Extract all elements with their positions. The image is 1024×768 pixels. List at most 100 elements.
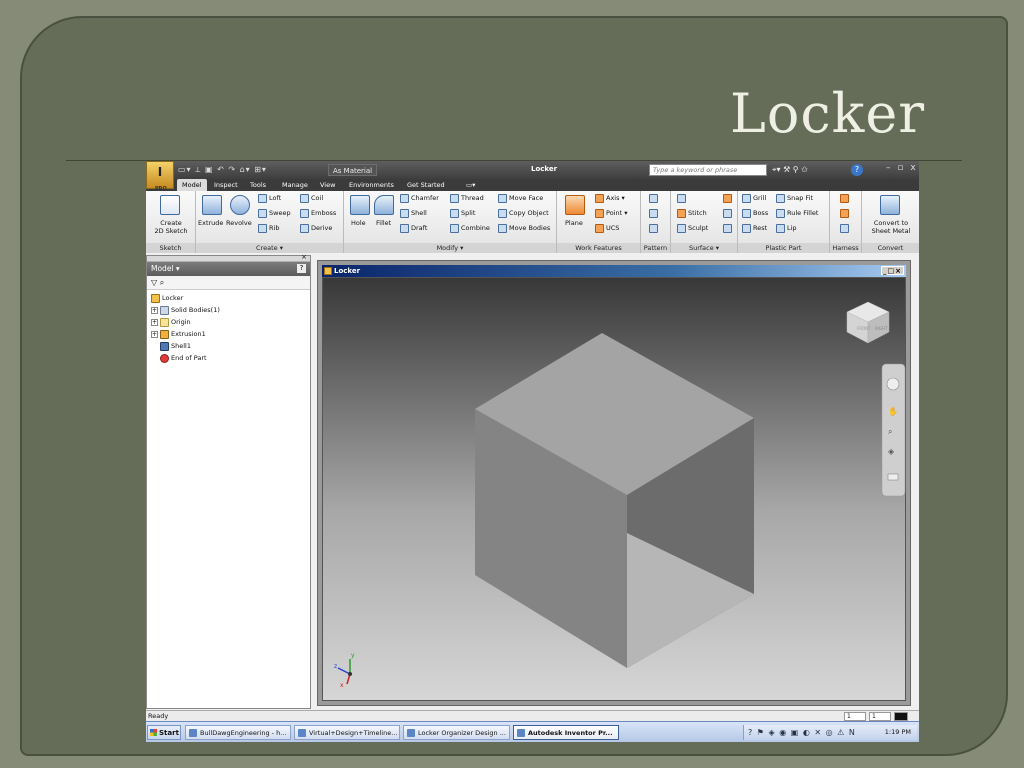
harness-button-1[interactable] (840, 193, 851, 203)
expand-icon[interactable]: + (151, 306, 158, 314)
pan-icon[interactable]: ✋ (888, 406, 898, 416)
coil-button[interactable]: Coil (300, 193, 323, 203)
rectangular-pattern-button[interactable] (649, 193, 660, 203)
application-menu-button[interactable]: I PRO (146, 161, 174, 192)
browser-title[interactable]: Model ▾ (151, 264, 180, 273)
tab-view[interactable]: View (320, 179, 335, 191)
create-sketch-button[interactable]: Create 2D Sketch (146, 219, 196, 235)
tree-node-locker[interactable]: Locker (151, 292, 310, 304)
start-button[interactable]: Start (147, 725, 181, 740)
taskbar-button-bulldawg[interactable]: BullDawgEngineering - h... (185, 725, 291, 740)
grill-button[interactable]: Grill (742, 193, 766, 203)
taskbar-button-locker-organizer[interactable]: Locker Organizer Design ... (403, 725, 510, 740)
combine-button[interactable]: Combine (450, 223, 490, 233)
snap-fit-button[interactable]: Snap Fit (776, 193, 813, 203)
plane-button[interactable]: Plane (565, 219, 583, 227)
triad-z-label: z (334, 663, 337, 670)
tree-node-origin[interactable]: + Origin (151, 316, 310, 328)
tab-extra[interactable]: ▭▾ (466, 179, 475, 191)
tab-tools[interactable]: Tools (250, 179, 266, 191)
help-icon[interactable]: ? (851, 164, 863, 176)
tree-node-end-of-part[interactable]: End of Part (151, 352, 310, 364)
browser-header[interactable]: Model ▾? (147, 262, 310, 276)
move-bodies-button[interactable]: Move Bodies (498, 223, 550, 233)
sculpt-button[interactable]: Sculpt (677, 223, 708, 233)
tree-node-extrusion1[interactable]: + Extrusion1 (151, 328, 310, 340)
split-button[interactable]: Split (450, 208, 475, 218)
circular-pattern-button[interactable] (649, 208, 660, 218)
emboss-button[interactable]: Emboss (300, 208, 336, 218)
search-input[interactable]: Type a keyword or phrase (649, 164, 767, 176)
model-canvas[interactable]: FRONT RIGHT ✋ ⌕ ◈ y z x (323, 278, 907, 702)
trim-button[interactable] (723, 208, 734, 218)
tab-get-started[interactable]: Get Started (407, 179, 445, 191)
sweep-button[interactable]: Sweep (258, 208, 291, 218)
infocenter-icons[interactable]: ⌖▾ ⚒ ⚲ ✩ (772, 165, 808, 175)
mirror-icon (649, 223, 658, 233)
tray-icons[interactable]: ? ⚑ ◈ ◉ ▣ ◐ ✕ ◎ ⚠ N (748, 728, 856, 737)
graphics-window-titlebar[interactable]: Locker _□× (322, 265, 906, 277)
copy-object-button[interactable]: Copy Object (498, 208, 549, 218)
extrude-button[interactable]: Extrude (198, 219, 223, 227)
move-face-button[interactable]: Move Face (498, 193, 543, 203)
graphics-window-controls[interactable]: _□× (881, 266, 904, 275)
point-icon (595, 208, 604, 218)
zoom-icon[interactable]: ⌕ (888, 427, 892, 436)
rib-button[interactable]: Rib (258, 223, 279, 233)
graphics-window-title: Locker (334, 267, 361, 275)
thicken-button[interactable] (677, 193, 688, 203)
chamfer-button[interactable]: Chamfer (400, 193, 439, 203)
axis-button[interactable]: Axis ▾ (595, 193, 625, 203)
delete-face-button[interactable] (723, 223, 734, 233)
browser-toolbar[interactable]: ▽ ⌕ (147, 276, 310, 290)
taskbar-button-autodesk-inventor[interactable]: Autodesk Inventor Pr... (513, 725, 619, 740)
thread-button[interactable]: Thread (450, 193, 484, 203)
tab-model[interactable]: Model (177, 179, 207, 191)
taskbar-button-virtual-design[interactable]: Virtual+Design+Timeline... (294, 725, 400, 740)
graphics-viewport[interactable]: FRONT RIGHT ✋ ⌕ ◈ y z x (322, 277, 906, 701)
look-at-icon[interactable] (887, 473, 899, 481)
ucs-button[interactable]: UCS (595, 223, 619, 233)
quick-access-toolbar[interactable]: ▭▾ ⟂ ▣ ↶ ↷ ⌂▾ ⊞▾ (178, 165, 267, 175)
extrusion-icon (160, 329, 169, 339)
tab-manage[interactable]: Manage (282, 179, 308, 191)
draft-button[interactable]: Draft (400, 223, 427, 233)
fillet-button[interactable]: Fillet (376, 219, 391, 227)
hole-button[interactable]: Hole (351, 219, 366, 227)
rule-fillet-button[interactable]: Rule Fillet (776, 208, 818, 218)
panel-label-pattern: Pattern (641, 243, 670, 253)
tree-node-shell1[interactable]: Shell1 (151, 340, 310, 352)
tree-node-solid-bodies[interactable]: + Solid Bodies(1) (151, 304, 310, 316)
navigation-bar[interactable]: ✋ ⌕ ◈ (881, 363, 906, 497)
lip-button[interactable]: Lip (776, 223, 797, 233)
expand-icon[interactable]: + (151, 318, 158, 326)
tray-clock[interactable]: 1:19 PM (885, 725, 911, 740)
mirror-button[interactable] (649, 223, 660, 233)
tab-environments[interactable]: Environments (349, 179, 394, 191)
panel-create: Extrude Revolve Loft Sweep Rib Coil Embo… (196, 191, 344, 253)
harness-button-3[interactable] (840, 223, 851, 233)
loft-button[interactable]: Loft (258, 193, 281, 203)
convert-to-sheet-metal-button[interactable]: Convert to Sheet Metal (864, 219, 918, 235)
material-select[interactable]: As Material (328, 164, 378, 176)
expand-icon[interactable]: + (151, 330, 158, 338)
stitch-button[interactable]: Stitch (677, 208, 707, 218)
rule-fillet-icon (776, 208, 785, 218)
graphics-frame: Locker _□× FRONT RIGHT ✋ ⌕ ◈ y z x (317, 260, 911, 706)
close-icon[interactable]: × (301, 253, 307, 261)
steering-wheel-icon[interactable] (886, 377, 900, 391)
boss-button[interactable]: Boss (742, 208, 768, 218)
revolve-button[interactable]: Revolve (226, 219, 252, 227)
orbit-icon[interactable]: ◈ (888, 447, 895, 456)
combine-icon (450, 223, 459, 233)
derive-button[interactable]: Derive (300, 223, 332, 233)
point-button[interactable]: Point ▾ (595, 208, 627, 218)
shell-button[interactable]: Shell (400, 208, 427, 218)
view-cube[interactable]: FRONT RIGHT (846, 301, 890, 344)
rest-button[interactable]: Rest (742, 223, 767, 233)
window-controls[interactable]: – ▫ x (886, 163, 918, 173)
harness-button-2[interactable] (840, 208, 851, 218)
patch-button[interactable] (723, 193, 734, 203)
browser-help-icon[interactable]: ? (297, 264, 306, 273)
tab-inspect[interactable]: Inspect (214, 179, 238, 191)
